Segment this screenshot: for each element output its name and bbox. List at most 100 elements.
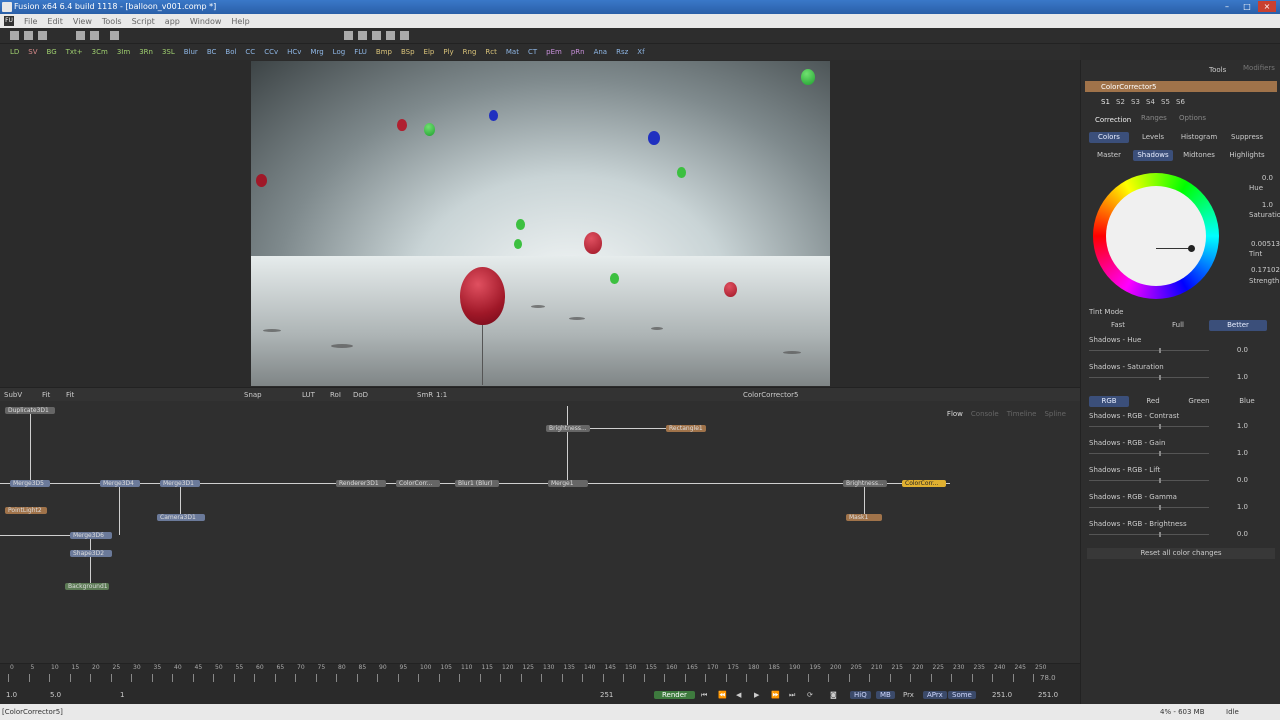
channel-green[interactable]: Green — [1177, 396, 1221, 407]
tool-button-3rn[interactable]: 3Rn — [139, 48, 153, 56]
play-reverse-icon[interactable]: ◀ — [736, 691, 741, 699]
tool-button-ana[interactable]: Ana — [594, 48, 608, 56]
flow-node[interactable]: Shape3D2 — [70, 550, 112, 557]
slot-s1[interactable]: S1 — [1101, 98, 1110, 106]
color-wheel-center[interactable] — [1106, 186, 1206, 286]
slider-knob[interactable] — [1159, 424, 1161, 429]
tool-button-ct[interactable]: CT — [528, 48, 537, 56]
flow-node[interactable]: PointLight2 — [5, 507, 47, 514]
hue-value[interactable]: 0.0 — [1243, 174, 1273, 182]
tab-correction[interactable]: Correction — [1095, 116, 1131, 124]
tab-options[interactable]: Options — [1179, 114, 1206, 122]
go-to-start-icon[interactable]: ⏮ — [701, 691, 707, 700]
aprx-toggle[interactable]: APrx — [923, 691, 947, 699]
hiq-toggle[interactable]: HiQ — [850, 691, 871, 699]
tool-button-bsp[interactable]: BSp — [401, 48, 415, 56]
menu-script[interactable]: Script — [132, 17, 155, 26]
range-midtones[interactable]: Midtones — [1177, 150, 1221, 161]
tint-mode-better[interactable]: Better — [1209, 320, 1267, 331]
step-field[interactable]: 5.0 — [50, 691, 61, 699]
smr-button[interactable]: SmR — [417, 391, 433, 399]
tool-button-bol[interactable]: Bol — [225, 48, 236, 56]
dod-button[interactable]: DoD — [353, 391, 368, 399]
tab-flow[interactable]: Flow — [947, 410, 963, 418]
render-end-value[interactable]: 251.0 — [992, 691, 1012, 699]
mode-levels[interactable]: Levels — [1133, 132, 1173, 143]
saturation-value[interactable]: 1.0 — [1243, 201, 1273, 209]
play-icon[interactable]: ▶ — [754, 691, 759, 699]
tool-button-sv[interactable]: SV — [28, 48, 37, 56]
undo-icon[interactable] — [110, 31, 119, 40]
tool-button-ld[interactable]: LD — [10, 48, 19, 56]
lut-dropdown[interactable]: LUT — [302, 391, 315, 399]
tool-header[interactable]: ColorCorrector5 — [1085, 81, 1277, 92]
slot-s5[interactable]: S5 — [1161, 98, 1170, 106]
menu-file[interactable]: File — [24, 17, 37, 26]
param-slider[interactable] — [1089, 505, 1209, 510]
slot-s6[interactable]: S6 — [1176, 98, 1185, 106]
new-file-icon[interactable] — [10, 31, 19, 40]
param-slider[interactable] — [1089, 348, 1209, 353]
tool-button-log[interactable]: Log — [333, 48, 346, 56]
range-shadows[interactable]: Shadows — [1133, 150, 1173, 161]
layout-flow-icon[interactable] — [386, 31, 395, 40]
layout-single-icon[interactable] — [344, 31, 353, 40]
global-start-field[interactable]: 1.0 — [6, 691, 17, 699]
tint-mode-full[interactable]: Full — [1149, 320, 1207, 331]
tool-button-hcv[interactable]: HCv — [287, 48, 301, 56]
slider-knob[interactable] — [1159, 478, 1161, 483]
open-file-icon[interactable] — [24, 31, 33, 40]
go-to-end-icon[interactable]: ⏭ — [789, 691, 795, 700]
paste-icon[interactable] — [90, 31, 99, 40]
flow-node[interactable]: Camera3D1 — [157, 514, 205, 521]
flow-node[interactable]: Blur1 (Blur) — [455, 480, 499, 487]
flow-node[interactable]: Brightness... — [546, 425, 590, 432]
tool-button-mat[interactable]: Mat — [506, 48, 519, 56]
slot-s3[interactable]: S3 — [1131, 98, 1140, 106]
param-value[interactable]: 0.0 — [1218, 346, 1248, 354]
channel-red[interactable]: Red — [1133, 396, 1173, 407]
menu-view[interactable]: View — [73, 17, 92, 26]
tool-button-ccv[interactable]: CCv — [264, 48, 278, 56]
menu-window[interactable]: Window — [190, 17, 222, 26]
mode-colors[interactable]: Colors — [1089, 132, 1129, 143]
current-frame-field[interactable]: 1 — [120, 691, 124, 699]
tool-button-bg[interactable]: BG — [47, 48, 57, 56]
tool-button-cc[interactable]: CC — [245, 48, 255, 56]
tint-value[interactable]: 0.005132 — [1251, 240, 1280, 248]
audio-icon[interactable]: ◙ — [830, 691, 837, 699]
step-back-icon[interactable]: ⏪ — [718, 691, 727, 699]
mode-histogram[interactable]: Histogram — [1177, 132, 1221, 143]
param-value[interactable]: 1.0 — [1218, 422, 1248, 430]
tab-spline[interactable]: Spline — [1044, 410, 1066, 418]
flow-node[interactable]: ColorCorr... — [902, 480, 946, 487]
layout-full-icon[interactable] — [400, 31, 409, 40]
tint-mode-fast[interactable]: Fast — [1089, 320, 1147, 331]
step-forward-icon[interactable]: ⏩ — [771, 691, 780, 699]
range-highlights[interactable]: Highlights — [1225, 150, 1269, 161]
slider-knob[interactable] — [1159, 348, 1161, 353]
loop-icon[interactable]: ⟳ — [807, 691, 813, 699]
range-master[interactable]: Master — [1089, 150, 1129, 161]
tool-button-elp[interactable]: Elp — [424, 48, 435, 56]
flow-node[interactable]: Mask1 — [846, 514, 882, 521]
tool-button-pem[interactable]: pEm — [546, 48, 562, 56]
tab-timeline[interactable]: Timeline — [1007, 410, 1037, 418]
flow-node[interactable]: Merge3D4 — [100, 480, 140, 487]
flow-node[interactable]: Rectangle1 — [666, 425, 706, 432]
flow-node[interactable]: Merge1 — [548, 480, 588, 487]
subview-dropdown[interactable]: SubV — [4, 391, 22, 399]
strength-value[interactable]: 0.171022 — [1251, 266, 1280, 274]
prx-toggle[interactable]: Prx — [903, 691, 914, 699]
tool-button-bmp[interactable]: Bmp — [376, 48, 392, 56]
tab-tools[interactable]: Tools — [1209, 66, 1226, 74]
flow-node[interactable]: Background1 — [65, 583, 109, 590]
fit-dropdown[interactable]: Fit — [66, 391, 74, 399]
layout-dual-icon[interactable] — [358, 31, 367, 40]
save-icon[interactable] — [38, 31, 47, 40]
global-end-value[interactable]: 251.0 — [1038, 691, 1058, 699]
reset-color-changes-button[interactable]: Reset all color changes — [1087, 548, 1275, 559]
tool-button-rct[interactable]: Rct — [485, 48, 496, 56]
render-end-field[interactable]: 251 — [600, 691, 613, 699]
snap-dropdown[interactable]: Snap — [244, 391, 262, 399]
